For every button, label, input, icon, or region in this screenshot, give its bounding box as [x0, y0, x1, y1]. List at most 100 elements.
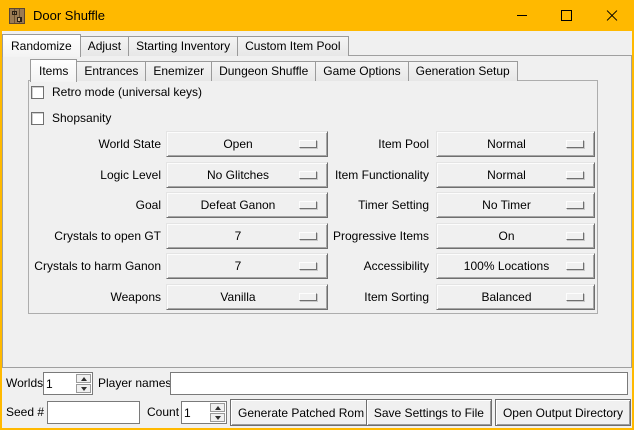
seed-label: Seed # — [6, 399, 44, 426]
open-output-directory-button[interactable]: Open Output Directory — [495, 399, 631, 426]
item-pool-dropdown[interactable]: Normal — [436, 131, 595, 157]
logic-level-value: No Glitches — [207, 168, 269, 182]
shopsanity-checkbox[interactable] — [31, 112, 44, 125]
weapons-label: Weapons — [31, 290, 161, 304]
sub-tab-entrances[interactable]: Entrances — [76, 61, 146, 81]
count-spin-buttons — [210, 403, 225, 422]
sub-tab-dungeon-shuffle[interactable]: Dungeon Shuffle — [211, 61, 316, 81]
timer-setting-dropdown[interactable]: No Timer — [436, 192, 595, 218]
progressive-items-label: Progressive Items — [329, 229, 429, 243]
player-names-input[interactable] — [170, 372, 628, 395]
player-names-label: Player names — [98, 372, 171, 395]
retro-mode-row: Retro mode (universal keys) — [31, 84, 202, 100]
count-label: Count — [147, 399, 179, 426]
maximize-icon — [561, 10, 572, 21]
logic-level-row: Logic Level No Glitches — [31, 162, 328, 188]
tab-starting-inventory[interactable]: Starting Inventory — [128, 36, 238, 56]
window-title: Door Shuffle — [33, 8, 105, 23]
dropdown-indicator-icon — [566, 171, 584, 179]
minimize-icon — [517, 15, 527, 16]
items-pane: Retro mode (universal keys) Shopsanity W… — [28, 80, 598, 314]
item-functionality-value: Normal — [487, 168, 526, 182]
close-icon — [606, 10, 618, 22]
worlds-spin-buttons — [76, 374, 91, 393]
crystals-harm-ganon-label: Crystals to harm Ganon — [31, 259, 161, 273]
tab-adjust[interactable]: Adjust — [80, 36, 129, 56]
dropdown-indicator-icon — [299, 171, 317, 179]
count-spin-down-button[interactable] — [210, 413, 225, 422]
item-functionality-label: Item Functionality — [329, 168, 429, 182]
door-shuffle-window: Door Shuffle Randomize Adjust Starting I… — [0, 0, 634, 430]
tab-randomize[interactable]: Randomize — [2, 34, 81, 57]
dropdown-indicator-icon — [566, 232, 584, 240]
dropdown-indicator-icon — [566, 262, 584, 270]
shopsanity-row: Shopsanity — [31, 110, 111, 126]
crystals-harm-ganon-dropdown[interactable]: 7 — [166, 253, 328, 279]
count-spin-up-button[interactable] — [210, 403, 225, 412]
window-border-left — [0, 31, 2, 430]
weapons-value: Vanilla — [220, 290, 255, 304]
weapons-dropdown[interactable]: Vanilla — [166, 284, 328, 310]
dropdown-indicator-icon — [566, 293, 584, 301]
crystals-harm-ganon-value: 7 — [235, 259, 242, 273]
item-sorting-label: Item Sorting — [329, 290, 429, 304]
world-state-value: Open — [223, 137, 252, 151]
seed-input[interactable] — [47, 401, 140, 424]
worlds-label: Worlds — [6, 372, 43, 395]
sub-tab-enemizer[interactable]: Enemizer — [145, 61, 212, 81]
timer-setting-label: Timer Setting — [329, 198, 429, 212]
goal-value: Defeat Ganon — [201, 198, 276, 212]
item-functionality-dropdown[interactable]: Normal — [436, 162, 595, 188]
accessibility-dropdown[interactable]: 100% Locations — [436, 253, 595, 279]
crystals-open-gt-row: Crystals to open GT 7 — [31, 223, 328, 249]
timer-setting-value: No Timer — [482, 198, 531, 212]
count-input[interactable] — [182, 402, 209, 423]
accessibility-value: 100% Locations — [464, 259, 549, 273]
generate-patched-rom-button[interactable]: Generate Patched Rom — [230, 399, 372, 426]
dropdown-indicator-icon — [566, 201, 584, 209]
crystals-open-gt-value: 7 — [235, 229, 242, 243]
world-state-dropdown[interactable]: Open — [166, 131, 328, 157]
retro-mode-label: Retro mode (universal keys) — [52, 85, 202, 99]
goal-label: Goal — [31, 198, 161, 212]
save-settings-button[interactable]: Save Settings to File — [366, 399, 492, 426]
accessibility-label: Accessibility — [329, 259, 429, 273]
item-pool-value: Normal — [487, 137, 526, 151]
goal-dropdown[interactable]: Defeat Ganon — [166, 192, 328, 218]
progressive-items-dropdown[interactable]: On — [436, 223, 595, 249]
arrow-down-icon — [81, 387, 87, 391]
item-sorting-dropdown[interactable]: Balanced — [436, 284, 595, 310]
worlds-spin-up-button[interactable] — [76, 374, 91, 383]
crystals-harm-ganon-row: Crystals to harm Ganon 7 — [31, 253, 328, 279]
sub-tab-game-options[interactable]: Game Options — [315, 61, 408, 81]
world-state-label: World State — [31, 137, 161, 151]
count-spinbox — [181, 401, 227, 424]
item-sorting-row: Item Sorting Balanced — [329, 284, 595, 310]
main-tab-bar: Randomize Adjust Starting Inventory Cust… — [2, 33, 348, 56]
maximize-button[interactable] — [544, 0, 589, 31]
tab-custom-item-pool[interactable]: Custom Item Pool — [237, 36, 348, 56]
sub-tab-items[interactable]: Items — [30, 59, 77, 82]
crystals-open-gt-dropdown[interactable]: 7 — [166, 223, 328, 249]
logic-level-dropdown[interactable]: No Glitches — [166, 162, 328, 188]
sub-tab-generation-setup[interactable]: Generation Setup — [408, 61, 518, 81]
accessibility-row: Accessibility 100% Locations — [329, 253, 595, 279]
crystals-open-gt-label: Crystals to open GT — [31, 229, 161, 243]
worlds-input[interactable] — [44, 373, 75, 394]
dropdown-indicator-icon — [566, 140, 584, 148]
dropdown-indicator-icon — [299, 201, 317, 209]
progressive-items-value: On — [498, 229, 514, 243]
timer-setting-row: Timer Setting No Timer — [329, 192, 595, 218]
world-state-row: World State Open — [31, 131, 328, 157]
item-functionality-row: Item Functionality Normal — [329, 162, 595, 188]
weapons-row: Weapons Vanilla — [31, 284, 328, 310]
retro-mode-checkbox[interactable] — [31, 86, 44, 99]
item-pool-row: Item Pool Normal — [329, 131, 595, 157]
arrow-down-icon — [215, 416, 221, 420]
worlds-spin-down-button[interactable] — [76, 384, 91, 393]
minimize-button[interactable] — [499, 0, 544, 31]
close-button[interactable] — [589, 0, 634, 31]
dropdown-indicator-icon — [299, 140, 317, 148]
dropdown-indicator-icon — [299, 293, 317, 301]
worlds-spinbox — [43, 372, 93, 395]
